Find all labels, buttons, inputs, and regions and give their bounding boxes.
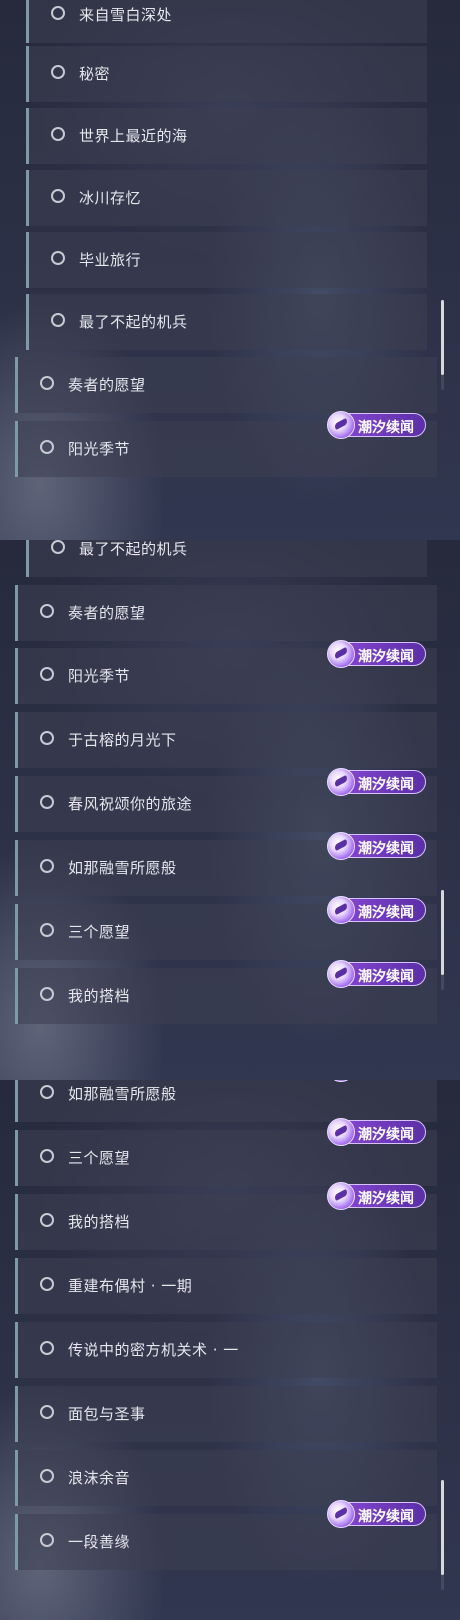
quest-title: 最了不起的机兵 bbox=[79, 540, 188, 558]
radio-circle-icon[interactable] bbox=[40, 1085, 54, 1099]
radio-circle-icon[interactable] bbox=[40, 376, 54, 390]
quest-title: 重建布偶村 · 一期 bbox=[68, 1277, 193, 1295]
quest-title: 春风祝颂你的旅途 bbox=[68, 795, 193, 813]
quest-title: 来自雪白深处 bbox=[79, 6, 173, 24]
event-badge: 潮汐续闻 bbox=[327, 640, 426, 668]
radio-circle-icon[interactable] bbox=[51, 127, 65, 141]
quest-list-item[interactable]: 最了不起的机兵 bbox=[26, 540, 427, 577]
radio-circle-icon[interactable] bbox=[40, 1533, 54, 1547]
event-badge: 潮汐续闻 bbox=[327, 896, 426, 924]
event-badge-label: 潮汐续闻 bbox=[358, 777, 414, 793]
star-bird-icon bbox=[327, 1500, 355, 1528]
star-bird-icon bbox=[327, 832, 355, 860]
radio-circle-icon[interactable] bbox=[40, 1149, 54, 1163]
event-badge-label: 潮汐续闻 bbox=[358, 1127, 414, 1143]
quest-list-item[interactable]: 浪沫余音 bbox=[15, 1450, 437, 1506]
event-badge-label: 潮汐续闻 bbox=[358, 969, 414, 985]
quest-title: 传说中的密方机关术 · 一 bbox=[68, 1341, 239, 1359]
star-bird-icon bbox=[327, 768, 355, 796]
radio-circle-icon[interactable] bbox=[51, 251, 65, 265]
radio-circle-icon[interactable] bbox=[40, 440, 54, 454]
quest-title: 浪沫余音 bbox=[68, 1469, 131, 1487]
event-badge-label: 潮汐续闻 bbox=[358, 649, 414, 665]
event-badge: 潮汐续闻 bbox=[327, 1118, 426, 1146]
event-badge-label: 潮汐续闻 bbox=[358, 420, 414, 436]
quest-list-item[interactable]: 毕业旅行 bbox=[26, 232, 427, 288]
scrollbar-thumb[interactable] bbox=[441, 300, 444, 375]
quest-title: 我的搭档 bbox=[68, 1213, 131, 1231]
quest-title: 如那融雪所愿般 bbox=[68, 859, 177, 877]
event-badge-label: 潮汐续闻 bbox=[358, 1191, 414, 1207]
event-badge: 潮汐续闻 bbox=[327, 832, 426, 860]
quest-list-item[interactable]: 世界上最近的海 bbox=[26, 108, 427, 164]
quest-title: 冰川存忆 bbox=[79, 189, 142, 207]
quest-list-item[interactable]: 来自雪白深处 bbox=[26, 0, 427, 43]
quest-list-item[interactable]: 冰川存忆 bbox=[26, 170, 427, 226]
radio-circle-icon[interactable] bbox=[40, 667, 54, 681]
quest-title: 一段善缘 bbox=[68, 1533, 131, 1551]
quest-list-item[interactable]: 面包与圣事 bbox=[15, 1386, 437, 1442]
quest-list-panel-3: 如那融雪所愿般 三个愿望我的搭档重建布偶村 · 一期传说中的密方机关术 · 一面包… bbox=[0, 1080, 460, 1620]
radio-circle-icon[interactable] bbox=[51, 313, 65, 327]
radio-circle-icon[interactable] bbox=[40, 1469, 54, 1483]
quest-title: 世界上最近的海 bbox=[79, 127, 188, 145]
star-bird-icon bbox=[327, 896, 355, 924]
star-bird-icon bbox=[327, 411, 355, 439]
quest-list-item[interactable]: 秘密 bbox=[26, 46, 427, 102]
star-bird-icon bbox=[327, 1182, 355, 1210]
radio-circle-icon[interactable] bbox=[40, 1277, 54, 1291]
quest-title: 三个愿望 bbox=[68, 923, 131, 941]
scrollbar-thumb[interactable] bbox=[441, 890, 444, 975]
quest-title: 毕业旅行 bbox=[79, 251, 142, 269]
event-badge: 潮汐续闻 bbox=[327, 411, 426, 439]
quest-title: 于古榕的月光下 bbox=[68, 731, 177, 749]
radio-circle-icon[interactable] bbox=[51, 6, 65, 20]
quest-list-item[interactable]: 奏者的愿望 bbox=[15, 585, 437, 641]
radio-circle-icon[interactable] bbox=[40, 795, 54, 809]
quest-title: 阳光季节 bbox=[68, 440, 131, 458]
radio-circle-icon[interactable] bbox=[51, 540, 65, 554]
quest-list-item[interactable]: 奏者的愿望 bbox=[15, 357, 437, 413]
event-badge: 潮汐续闻 bbox=[327, 1500, 426, 1528]
event-badge: 潮汐续闻 bbox=[327, 1182, 426, 1210]
radio-circle-icon[interactable] bbox=[40, 923, 54, 937]
quest-title: 奏者的愿望 bbox=[68, 604, 146, 622]
event-badge-label: 潮汐续闻 bbox=[358, 841, 414, 857]
quest-list-panel-2: 最了不起的机兵奏者的愿望阳光季节于古榕的月光下 春风祝颂你的旅途 如那融雪所愿般 三个… bbox=[0, 540, 460, 1080]
quest-list-item[interactable]: 如那融雪所愿般 bbox=[15, 1080, 437, 1122]
radio-circle-icon[interactable] bbox=[40, 604, 54, 618]
radio-circle-icon[interactable] bbox=[40, 1341, 54, 1355]
radio-circle-icon[interactable] bbox=[40, 859, 54, 873]
radio-circle-icon[interactable] bbox=[40, 1405, 54, 1419]
quest-title: 阳光季节 bbox=[68, 667, 131, 685]
event-badge-label: 潮汐续闻 bbox=[358, 905, 414, 921]
quest-list-panel-1: 来自雪白深处 秘密世界上最近的海 冰川存忆毕业旅行最了不起的机兵奏者的愿望阳光季节 潮… bbox=[0, 0, 460, 540]
scrollbar-thumb[interactable] bbox=[441, 1480, 444, 1575]
quest-title: 面包与圣事 bbox=[68, 1405, 146, 1423]
quest-title: 奏者的愿望 bbox=[68, 376, 146, 394]
quest-title: 三个愿望 bbox=[68, 1149, 131, 1167]
radio-circle-icon[interactable] bbox=[40, 987, 54, 1001]
quest-title: 我的搭档 bbox=[68, 987, 131, 1005]
radio-circle-icon[interactable] bbox=[51, 65, 65, 79]
quest-list-item[interactable]: 于古榕的月光下 bbox=[15, 712, 437, 768]
star-bird-icon bbox=[327, 640, 355, 668]
event-badge: 潮汐续闻 bbox=[327, 960, 426, 988]
radio-circle-icon[interactable] bbox=[51, 189, 65, 203]
quest-list-item[interactable]: 重建布偶村 · 一期 bbox=[15, 1258, 437, 1314]
event-badge: 潮汐续闻 bbox=[327, 768, 426, 796]
star-bird-icon bbox=[327, 960, 355, 988]
quest-list-item[interactable]: 传说中的密方机关术 · 一 bbox=[15, 1322, 437, 1378]
quest-title: 最了不起的机兵 bbox=[79, 313, 188, 331]
quest-list-item[interactable]: 最了不起的机兵 bbox=[26, 294, 427, 350]
event-badge-label: 潮汐续闻 bbox=[358, 1509, 414, 1525]
quest-title: 秘密 bbox=[79, 65, 111, 83]
star-bird-icon bbox=[327, 1118, 355, 1146]
radio-circle-icon[interactable] bbox=[40, 1213, 54, 1227]
quest-title: 如那融雪所愿般 bbox=[68, 1085, 177, 1103]
radio-circle-icon[interactable] bbox=[40, 731, 54, 745]
